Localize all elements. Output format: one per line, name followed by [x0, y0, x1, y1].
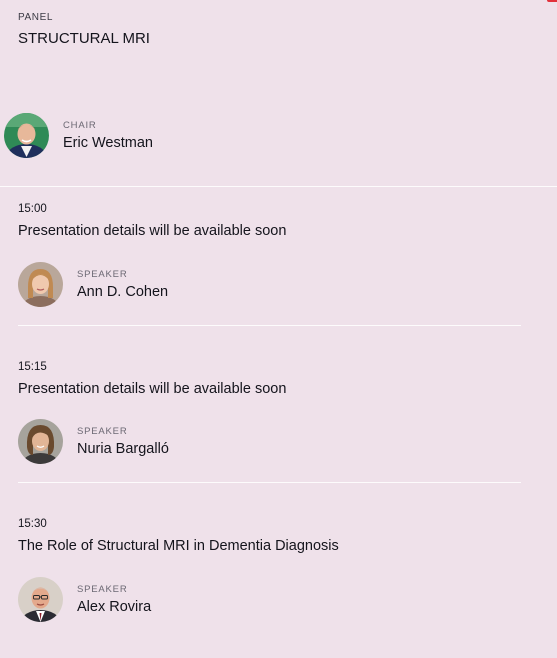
speaker-role: SPEAKER: [77, 425, 128, 437]
speaker-portrait-icon: [18, 419, 63, 464]
session-time: 15:15: [18, 361, 47, 373]
speaker-avatar[interactable]: [18, 419, 63, 464]
chair-text: CHAIR Eric Westman: [63, 120, 153, 152]
chair-avatar[interactable]: [4, 113, 49, 158]
speaker-text: SPEAKER Ann D. Cohen: [77, 269, 168, 301]
session-item: 15:15 Presentation details will be avail…: [18, 361, 286, 398]
session-time: 15:00: [18, 203, 47, 215]
section-divider: [0, 186, 557, 187]
speaker-card[interactable]: SPEAKER Alex Rovira: [18, 577, 151, 622]
speaker-text: SPEAKER Nuria Bargalló: [77, 426, 169, 458]
speaker-card[interactable]: SPEAKER Nuria Bargalló: [18, 419, 169, 464]
session-title: The Role of Structural MRI in Dementia D…: [18, 538, 339, 554]
speaker-portrait-icon: [18, 262, 63, 307]
session-item: 15:30 The Role of Structural MRI in Deme…: [18, 518, 339, 555]
panel-header: PANEL STRUCTURAL MRI: [18, 12, 150, 48]
chair-role: CHAIR: [63, 119, 97, 131]
accent-corner-mark: [547, 0, 557, 2]
session-divider: [18, 325, 521, 326]
speaker-avatar[interactable]: [18, 577, 63, 622]
chair-name[interactable]: Eric Westman: [63, 135, 153, 152]
chair-card[interactable]: CHAIR Eric Westman: [4, 113, 153, 158]
panel-title: STRUCTURAL MRI: [18, 30, 150, 47]
session-time: 15:30: [18, 518, 47, 530]
session-divider: [18, 482, 521, 483]
speaker-name[interactable]: Nuria Bargalló: [77, 441, 169, 458]
speaker-name[interactable]: Alex Rovira: [77, 599, 151, 616]
session-title: Presentation details will be available s…: [18, 223, 287, 239]
speaker-avatar[interactable]: [18, 262, 63, 307]
chair-portrait-icon: [4, 113, 49, 158]
speaker-role: SPEAKER: [77, 583, 128, 595]
speaker-card[interactable]: SPEAKER Ann D. Cohen: [18, 262, 168, 307]
speaker-role: SPEAKER: [77, 268, 128, 280]
session-title: Presentation details will be available s…: [18, 381, 287, 397]
session-item: 15:00 Presentation details will be avail…: [18, 203, 286, 240]
panel-eyebrow: PANEL: [18, 12, 54, 23]
speaker-portrait-icon: [18, 577, 63, 622]
speaker-name[interactable]: Ann D. Cohen: [77, 284, 168, 301]
speaker-text: SPEAKER Alex Rovira: [77, 584, 151, 616]
